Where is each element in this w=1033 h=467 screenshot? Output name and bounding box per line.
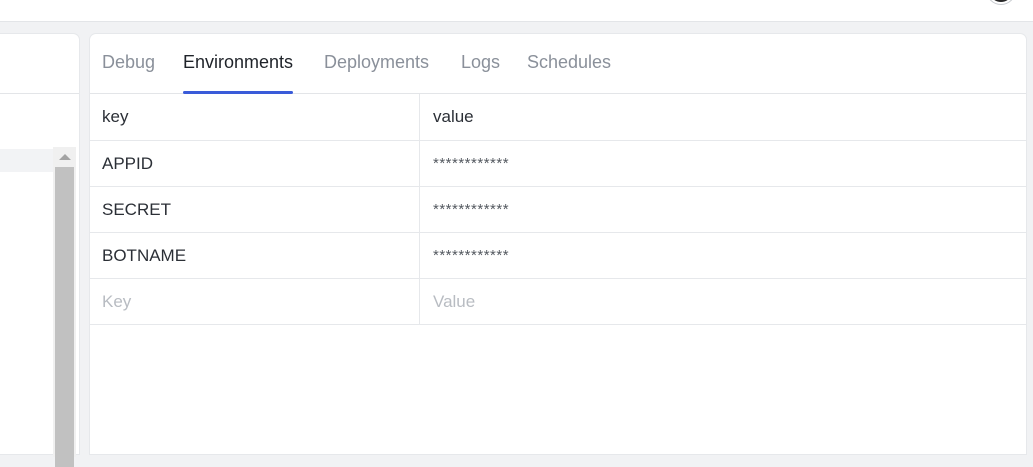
env-key[interactable]: BOTNAME [102, 233, 412, 278]
tab-logs[interactable]: Logs [461, 52, 500, 94]
env-value-masked[interactable]: ************ [433, 233, 1013, 278]
column-divider [419, 233, 420, 278]
top-bar [0, 0, 1033, 22]
scrollbar[interactable] [53, 147, 76, 467]
column-divider [419, 187, 420, 232]
column-divider [419, 279, 420, 324]
env-value-masked[interactable]: ************ [433, 187, 1013, 232]
left-panel-divider [0, 93, 79, 94]
header-key: key [102, 107, 129, 126]
new-value-cell [433, 279, 1013, 324]
env-key[interactable]: SECRET [102, 187, 412, 232]
environment-variables-table: key value APPID ************ SECRET ****… [90, 94, 1026, 325]
tab-schedules[interactable]: Schedules [527, 52, 611, 94]
new-key-input[interactable] [102, 279, 412, 324]
user-avatar[interactable] [987, 0, 1015, 4]
tab-deployments[interactable]: Deployments [324, 52, 429, 94]
new-value-input[interactable] [433, 279, 1013, 324]
env-key[interactable]: APPID [102, 141, 412, 186]
table-row[interactable]: BOTNAME ************ [90, 233, 1026, 279]
tab-environments[interactable]: Environments [183, 52, 294, 94]
column-divider [419, 141, 420, 186]
column-divider [419, 94, 420, 140]
main-panel: Debug Environments Deployments Logs Sche… [90, 34, 1026, 454]
table-header-row: key value [90, 94, 1026, 141]
header-value: value [433, 107, 474, 126]
scroll-up-arrow-icon[interactable] [53, 147, 76, 167]
selected-list-item[interactable] [0, 149, 53, 172]
table-row[interactable]: SECRET ************ [90, 187, 1026, 233]
tab-debug[interactable]: Debug [102, 52, 155, 94]
scrollbar-thumb[interactable] [55, 167, 74, 467]
table-row[interactable]: APPID ************ [90, 141, 1026, 187]
left-panel [0, 34, 79, 467]
env-value-masked[interactable]: ************ [433, 141, 1013, 186]
new-key-cell [102, 279, 412, 324]
new-env-row [90, 279, 1026, 325]
tab-bar: Debug Environments Deployments Logs Sche… [90, 34, 1026, 94]
